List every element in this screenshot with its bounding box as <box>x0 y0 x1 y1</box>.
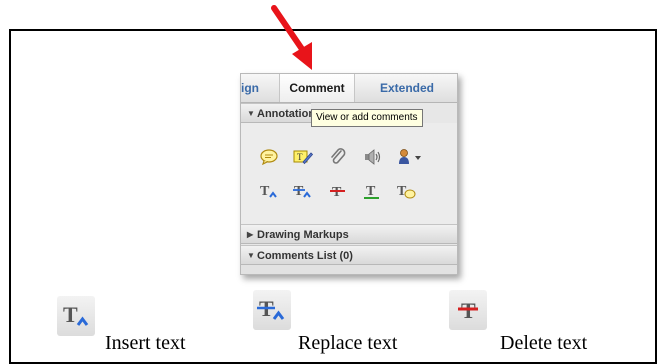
svg-text:T: T <box>63 302 78 327</box>
svg-text:T: T <box>297 152 303 162</box>
expand-triangle-icon: ▼ <box>247 251 255 260</box>
strikethrough-icon[interactable]: T <box>328 181 348 201</box>
red-arrow-icon <box>271 5 312 70</box>
comments-list-label: Comments List (0) <box>257 250 353 262</box>
insert-text-label: Insert text <box>105 332 186 354</box>
record-audio-icon[interactable] <box>362 147 382 167</box>
expand-triangle-icon: ▼ <box>247 109 255 118</box>
underline-text-icon[interactable]: T <box>362 181 382 201</box>
drawing-markups-section-header[interactable]: ▶ Drawing Markups <box>241 224 457 244</box>
tab-sign[interactable]: Sign <box>241 74 275 102</box>
delete-text-label: Delete text <box>500 332 588 354</box>
strikethrough-icon: T <box>449 290 487 330</box>
highlight-text-icon[interactable]: T <box>293 147 313 167</box>
svg-text:T: T <box>294 184 304 199</box>
comment-pane: Sign Comment Extended ▼ Annotations T T … <box>240 73 458 275</box>
insert-text-icon[interactable]: T <box>259 181 279 201</box>
text-comment-icon[interactable]: T <box>396 181 416 201</box>
insert-text-icon: T <box>57 296 95 336</box>
annotations-tools: T T T T T T <box>241 123 457 224</box>
sticky-note-icon[interactable] <box>259 147 279 167</box>
svg-text:T: T <box>366 184 376 199</box>
drawing-markups-label: Drawing Markups <box>257 229 349 241</box>
svg-text:T: T <box>332 185 342 200</box>
replace-text-icon[interactable]: T <box>293 181 313 201</box>
pane-tabs: Sign Comment Extended <box>241 74 457 103</box>
tab-extended[interactable]: Extended <box>359 74 455 102</box>
stamp-icon[interactable] <box>396 147 424 167</box>
comments-list-section-header[interactable]: ▼ Comments List (0) <box>241 245 457 265</box>
svg-text:T: T <box>260 184 270 199</box>
attach-file-icon[interactable] <box>328 147 348 167</box>
pane-bottom-edge <box>241 265 457 274</box>
tab-comment[interactable]: Comment <box>279 74 355 102</box>
replace-text-icon: T <box>253 290 291 330</box>
annotations-section-header[interactable]: ▼ Annotations <box>241 103 311 123</box>
collapse-triangle-icon: ▶ <box>247 230 254 239</box>
annotations-label: Annotations <box>257 108 311 120</box>
replace-text-label: Replace text <box>298 332 398 354</box>
tooltip: View or add comments <box>311 109 423 127</box>
